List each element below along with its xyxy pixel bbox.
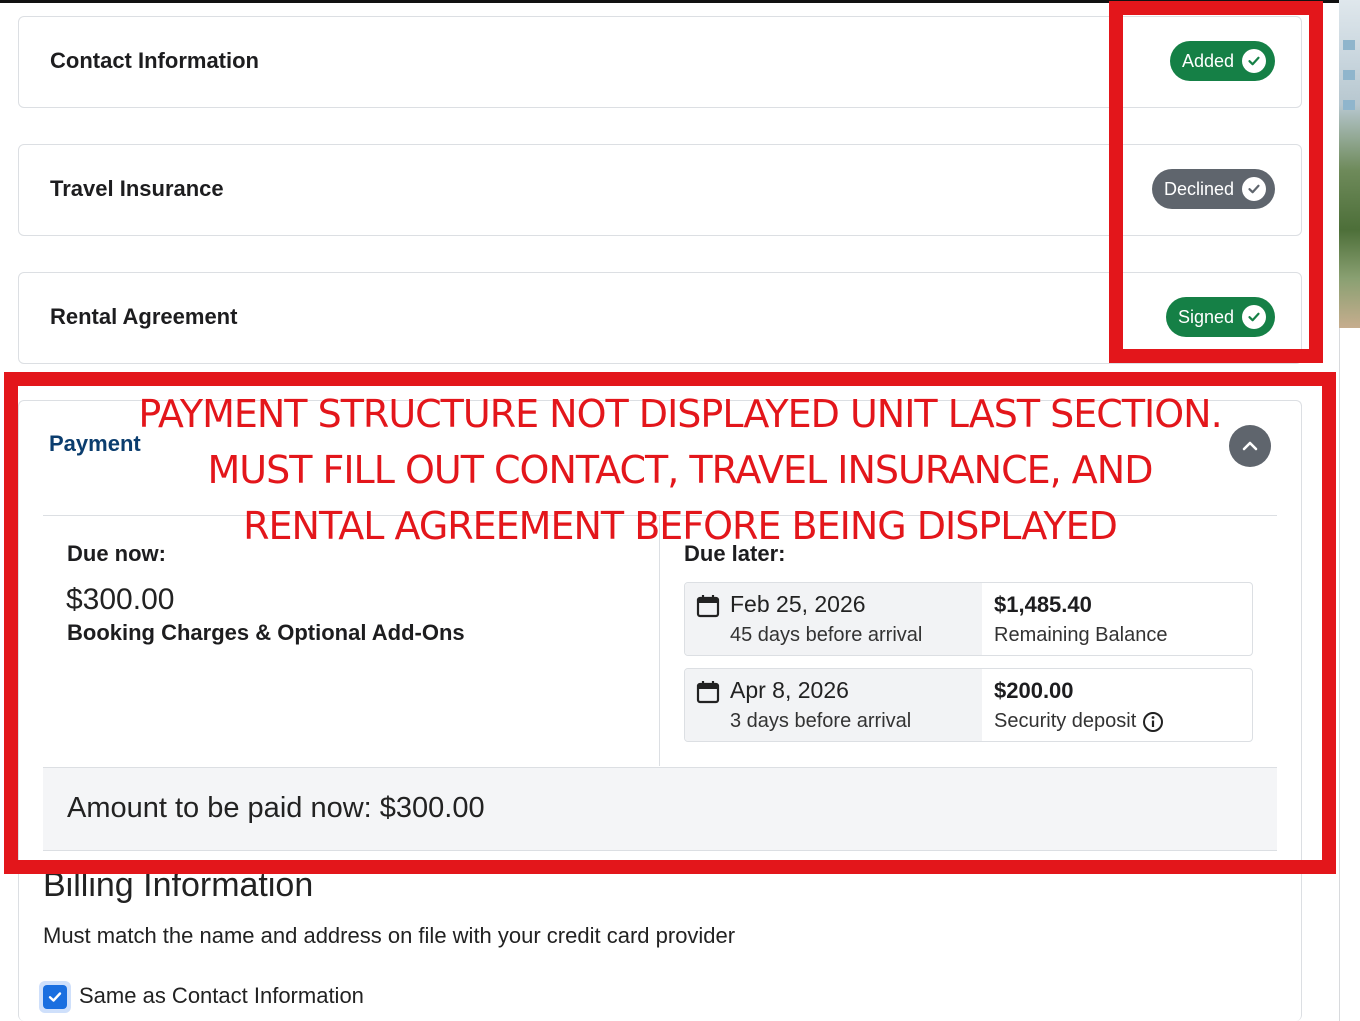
- card-title: Rental Agreement: [50, 304, 238, 329]
- same-as-contact-checkbox[interactable]: [39, 981, 71, 1013]
- card-title: Contact Information: [50, 48, 259, 73]
- billing-subtitle: Must match the name and address on file …: [43, 923, 736, 948]
- property-photo: [1339, 0, 1360, 328]
- annotation-box-status: [1109, 1, 1323, 363]
- page: Contact Information Added Travel Insuran…: [0, 0, 1360, 1021]
- card-title: Travel Insurance: [50, 176, 224, 201]
- annotation-line: PAYMENT STRUCTURE NOT DISPLAYED UNIT LAS…: [138, 392, 1222, 436]
- checkbox-checked-icon: [43, 985, 67, 1009]
- annotation-text: PAYMENT STRUCTURE NOT DISPLAYED UNIT LAS…: [100, 386, 1260, 554]
- annotation-line: RENTAL AGREEMENT BEFORE BEING DISPLAYED: [243, 504, 1118, 548]
- same-as-contact-label[interactable]: Same as Contact Information: [79, 983, 364, 1009]
- annotation-line: MUST FILL OUT CONTACT, TRAVEL INSURANCE,…: [207, 448, 1153, 492]
- panel-edge: [1339, 328, 1340, 1021]
